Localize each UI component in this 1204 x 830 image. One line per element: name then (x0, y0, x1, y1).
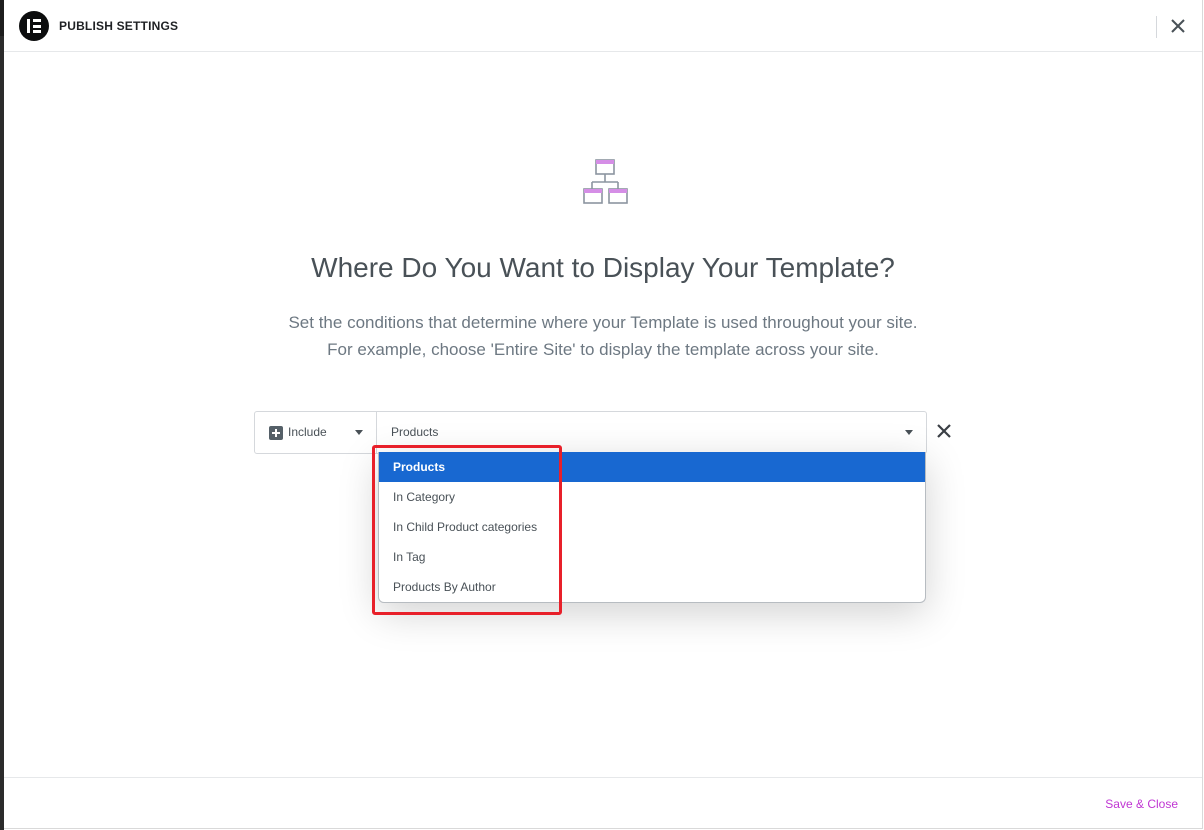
condition-type-label: Include (288, 425, 327, 439)
close-icon (1171, 19, 1185, 33)
condition-value-label: Products (391, 425, 439, 439)
remove-condition-button[interactable] (935, 422, 953, 440)
page-description: Set the conditions that determine where … (4, 309, 1202, 363)
modal-header: PUBLISH SETTINGS (4, 0, 1202, 52)
close-icon (937, 424, 951, 438)
condition-type-select[interactable]: Include (255, 412, 377, 453)
plus-square-icon (269, 426, 283, 440)
elementor-logo-icon (19, 11, 49, 41)
save-close-button[interactable]: Save & Close (1105, 797, 1178, 811)
chevron-down-icon (355, 430, 363, 435)
description-line-1: Set the conditions that determine where … (288, 313, 918, 332)
page-title: Where Do You Want to Display Your Templa… (311, 252, 895, 283)
dropdown-option-products-by-author[interactable]: Products By Author (379, 572, 925, 602)
publish-settings-modal: PUBLISH SETTINGS Where Do You Want to Di… (4, 0, 1203, 829)
dropdown-option-in-child-product-categories[interactable]: In Child Product categories (379, 512, 925, 542)
condition-value-dropdown: Products In Category In Child Product ca… (378, 452, 926, 603)
close-modal-button[interactable] (1167, 15, 1189, 37)
dropdown-option-label: Products (393, 460, 446, 474)
condition-value-select[interactable]: Products (377, 412, 926, 453)
header-divider (1156, 16, 1157, 38)
dropdown-option-label: In Category (393, 490, 456, 504)
dropdown-option-products[interactable]: Products (379, 452, 925, 482)
modal-footer: Save & Close (4, 777, 1202, 829)
dropdown-option-label: Products By Author (393, 580, 496, 594)
dropdown-option-in-category[interactable]: In Category (379, 482, 925, 512)
dropdown-option-label: In Child Product categories (393, 520, 538, 534)
description-line-2: For example, choose 'Entire Site' to dis… (327, 340, 879, 359)
dropdown-option-label: In Tag (393, 550, 426, 564)
modal-title: PUBLISH SETTINGS (59, 19, 179, 33)
condition-row: Include Products (254, 411, 927, 454)
chevron-down-icon (905, 430, 913, 435)
sitemap-icon (583, 159, 628, 204)
dropdown-option-in-tag[interactable]: In Tag (379, 542, 925, 572)
